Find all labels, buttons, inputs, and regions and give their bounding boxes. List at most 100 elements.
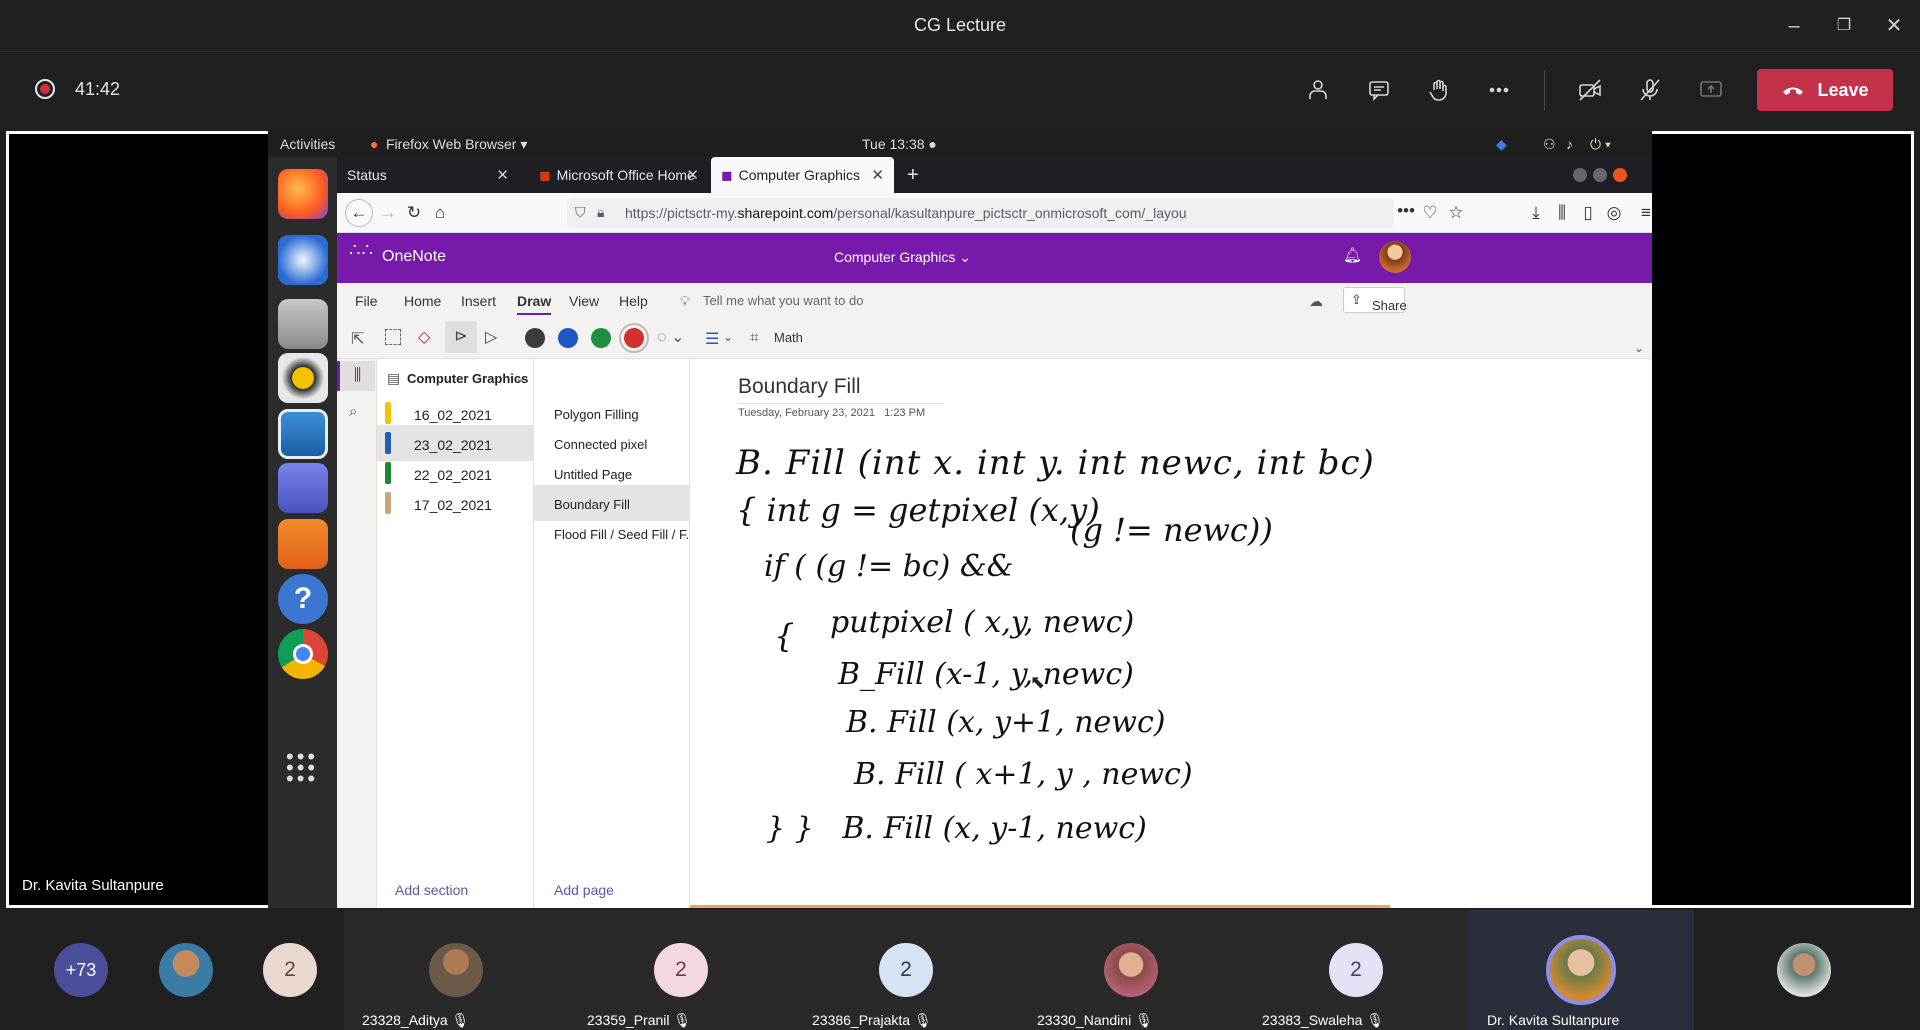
pen-tool-icon[interactable]: ▷	[485, 327, 497, 347]
app-menu[interactable]: Firefox Web Browser ▾	[386, 136, 527, 153]
page-actions-icon[interactable]: •••	[1395, 201, 1417, 221]
pen-select-icon[interactable]: ⊳	[445, 321, 477, 353]
close-icon[interactable]: ✕	[1874, 12, 1914, 40]
participant-tile[interactable]: 2 23383_Swaleha 🎙︎	[1244, 910, 1469, 1030]
notebook-switcher[interactable]: Computer Graphics ⌄	[834, 249, 971, 266]
tab-status[interactable]: Status ✕	[337, 157, 519, 193]
tab-view[interactable]: View	[569, 293, 599, 309]
raise-hand-icon[interactable]	[1417, 72, 1461, 108]
sync-icon[interactable]: ☁	[1309, 293, 1323, 310]
pen-black[interactable]	[525, 328, 545, 348]
library-icon[interactable]: ⫼	[1551, 203, 1573, 223]
rhythmbox-icon[interactable]	[278, 353, 328, 403]
firefox-icon[interactable]	[278, 169, 328, 219]
pen-red[interactable]	[619, 323, 649, 353]
math-button[interactable]: Math	[774, 330, 803, 345]
bookmark-star-icon[interactable]: ☆	[1445, 203, 1467, 223]
avatar[interactable]	[159, 943, 213, 997]
tab-file[interactable]: File	[355, 293, 378, 309]
ink-to-shape-icon[interactable]: ◌ ⌄	[657, 327, 684, 347]
search-icon[interactable]: ⌕	[349, 403, 357, 420]
restore-icon[interactable]: ❐	[1824, 12, 1864, 40]
tab-computer-graphics[interactable]: ◼ Computer Graphics ✕	[711, 157, 894, 193]
account-icon[interactable]: ◎	[1603, 203, 1625, 223]
close-tab-icon[interactable]: ✕	[496, 166, 509, 184]
section-item[interactable]: 17_02_2021	[377, 485, 534, 521]
libreoffice-icon[interactable]	[278, 409, 328, 459]
share-screen-icon[interactable]	[1689, 72, 1733, 108]
tab-home[interactable]: Home	[404, 293, 441, 309]
thunderbird-icon[interactable]	[278, 235, 328, 285]
teams-tray-icon[interactable]: ◆	[1496, 136, 1507, 153]
notebooks-icon[interactable]: ⫼	[337, 361, 375, 391]
participant-tile[interactable]: 2 23386_Prajakta 🎙︎	[794, 910, 1019, 1030]
leave-button[interactable]: Leave	[1757, 69, 1893, 111]
participant-tile[interactable]: 2 23359_Pranil 🎙︎	[569, 910, 794, 1030]
lasso-select-icon[interactable]	[385, 329, 401, 345]
home-icon[interactable]: ⌂	[429, 203, 451, 223]
url-bar[interactable]: ⛉ 🔒︎ https://pictsctr-my.sharepoint.com/…	[567, 198, 1394, 228]
page-canvas[interactable]: Boundary Fill Tuesday, February 23, 2021…	[690, 359, 1652, 908]
minimize-icon[interactable]	[1573, 168, 1587, 182]
collapse-ribbon-icon[interactable]: ⌄	[1634, 341, 1644, 355]
avatar[interactable]	[1777, 943, 1831, 997]
chevron-down-icon[interactable]: ⌄	[515, 371, 525, 385]
pen-green[interactable]	[591, 328, 611, 348]
files-icon[interactable]	[278, 299, 328, 349]
power-icon[interactable]: ⏻ ▾	[1590, 136, 1611, 153]
close-tab-icon[interactable]: ✕	[686, 166, 699, 184]
type-select-icon[interactable]: ⇱	[351, 329, 364, 349]
add-section-link[interactable]: Add section	[395, 882, 468, 898]
software-center-icon[interactable]	[278, 519, 328, 569]
new-tab-icon[interactable]: +	[897, 157, 927, 193]
notebook-name[interactable]: Computer Graphics	[407, 371, 528, 386]
mic-off-icon[interactable]	[1628, 72, 1672, 108]
help-icon[interactable]: ?	[278, 574, 328, 624]
network-icon[interactable]: ⚇	[1543, 136, 1556, 153]
avatar[interactable]	[1379, 241, 1411, 273]
line-style-icon[interactable]: ☰	[705, 329, 719, 349]
camera-off-icon[interactable]	[1568, 72, 1612, 108]
app-launcher-icon[interactable]: ∴∴	[349, 241, 374, 259]
activities-button[interactable]: Activities	[280, 136, 335, 152]
horizontal-scrollbar[interactable]	[690, 905, 1390, 908]
pocket-icon[interactable]: ♡	[1419, 203, 1441, 223]
clock[interactable]: Tue 13:38 ●	[862, 136, 937, 152]
close-tab-icon[interactable]: ✕	[871, 166, 884, 184]
forward-icon[interactable]: →	[377, 203, 399, 223]
reload-icon[interactable]: ↻	[403, 203, 425, 223]
show-apps-icon[interactable]: ••• ••• •••	[286, 746, 320, 790]
tab-draw[interactable]: Draw	[517, 293, 552, 315]
teams-icon[interactable]	[278, 463, 328, 513]
volume-icon[interactable]: ♪	[1566, 136, 1573, 152]
maximize-icon[interactable]	[1593, 168, 1607, 182]
back-icon[interactable]: ←	[345, 199, 373, 227]
eraser-icon[interactable]: ◇	[418, 327, 430, 347]
sidebar-icon[interactable]: ▯	[1577, 203, 1599, 223]
page-item[interactable]: Flood Fill / Seed Fill / F...	[534, 515, 690, 551]
tab-office-home[interactable]: ◼ Microsoft Office Home ✕	[529, 157, 709, 193]
overflow-participants[interactable]: +73	[54, 943, 108, 997]
downloads-icon[interactable]: ⤓	[1525, 203, 1547, 223]
people-icon[interactable]	[1296, 72, 1340, 108]
notification-bell-icon[interactable]: 🔔︎	[1343, 246, 1362, 264]
minimize-icon[interactable]: –	[1774, 12, 1814, 40]
add-page-link[interactable]: Add page	[554, 882, 614, 898]
chat-icon[interactable]	[1357, 72, 1401, 108]
page-title[interactable]: Boundary Fill	[738, 375, 944, 404]
ubuntu-top-bar: Activities ● Firefox Web Browser ▾ Tue 1…	[268, 131, 1652, 157]
menu-icon[interactable]: ≡	[1635, 203, 1652, 223]
chevron-down-icon[interactable]: ⌄	[723, 330, 733, 344]
tab-insert[interactable]: Insert	[461, 293, 496, 309]
participant-tile[interactable]: 23328_Aditya 🎙︎	[344, 910, 569, 1030]
url-path: /personal/kasultanpure_pictsctr_onmicros…	[833, 205, 1187, 221]
participant-tile-active-speaker[interactable]: Dr. Kavita Sultanpure	[1469, 910, 1694, 1030]
participant-tile[interactable]: 23330_Nandini 🎙︎	[1019, 910, 1244, 1030]
close-icon[interactable]	[1613, 168, 1627, 182]
tell-me-search[interactable]: Tell me what you want to do	[703, 293, 863, 308]
avatar[interactable]: 2	[263, 943, 317, 997]
pen-blue[interactable]	[558, 328, 578, 348]
more-icon[interactable]	[1477, 72, 1521, 108]
chrome-icon[interactable]	[278, 629, 328, 679]
tab-help[interactable]: Help	[619, 293, 648, 309]
